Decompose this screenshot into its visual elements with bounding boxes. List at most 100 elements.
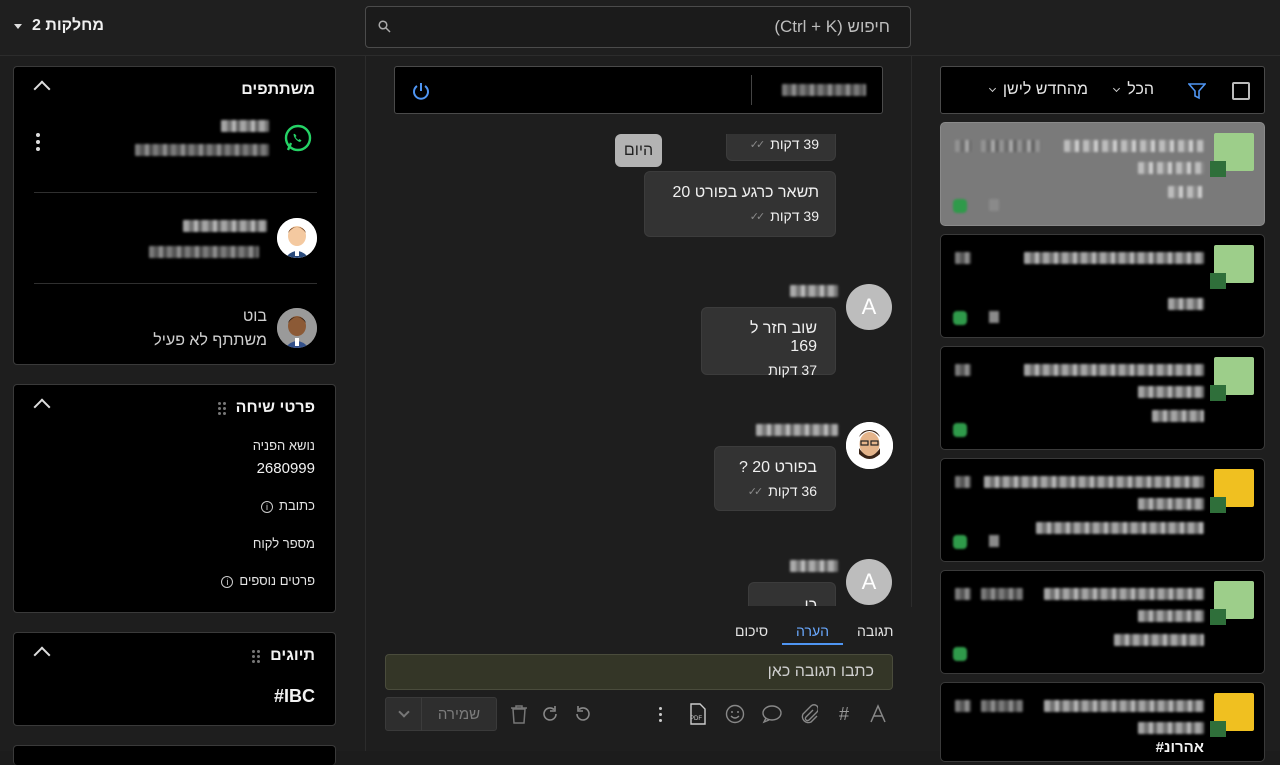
reply-input[interactable] (404, 663, 874, 681)
tab-summary[interactable]: סיכום (721, 623, 782, 645)
more-options-icon[interactable] (34, 133, 40, 151)
sender-name-redacted (790, 284, 838, 302)
more-details-label: פרטים נוספים (239, 573, 315, 588)
list-filter-bar: הכל מהחדש לישן (940, 66, 1265, 114)
conversation-card[interactable] (940, 122, 1265, 226)
conversation-card[interactable] (940, 234, 1265, 338)
channel-thumbnail (1210, 469, 1254, 513)
message-bubble: תשאר כרגע בפורט 20 39 דקות ✓✓ (644, 171, 836, 237)
composer-toolbar: שמירה PDF # (385, 697, 893, 733)
text-format-icon[interactable] (867, 703, 889, 725)
message-time: 39 דקות ✓✓ (749, 208, 819, 224)
participants-title: משתתפים (241, 81, 315, 98)
tab-note[interactable]: הערה (782, 623, 843, 645)
bot-name: בוט (242, 308, 267, 325)
conversation-details-header: פרטי שיחה (217, 399, 315, 417)
customer-number-label[interactable]: מספר לקוח (253, 536, 315, 551)
hashtag-icon[interactable]: # (833, 703, 855, 725)
message-text: כן (804, 597, 817, 606)
message-text: בפורט 20 ? (738, 459, 817, 476)
next-panel-edge (13, 745, 336, 765)
message-text: שוב חזר ל 169 (749, 320, 817, 355)
bot-avatar (277, 308, 317, 348)
date-divider-today: היום (615, 134, 662, 167)
address-field[interactable]: כתובת i (261, 498, 315, 513)
conversation-header (394, 66, 883, 114)
whatsapp-icon (284, 124, 312, 152)
sender-avatar: A (846, 559, 892, 605)
channel-thumbnail (1210, 357, 1254, 401)
message-text: תשאר כרגע בפורט 20 (672, 184, 819, 201)
conversation-card[interactable] (940, 570, 1265, 674)
participant-row-agent (34, 193, 317, 284)
filter-all-label: הכל (1127, 81, 1154, 98)
message-time: 36 דקות ✓✓ (747, 483, 817, 499)
filter-icon[interactable] (1188, 82, 1206, 100)
more-options-icon[interactable] (649, 703, 671, 725)
drag-handle-icon[interactable] (252, 649, 261, 663)
agent-avatar (277, 218, 317, 258)
delete-icon[interactable] (508, 703, 530, 725)
bot-status: משתתף לא פעיל (153, 332, 267, 349)
conversation-info-column: משתתפים בוט משתתף לא פעיל פרטי שיחה נושא… (0, 56, 365, 765)
conversation-card[interactable] (940, 346, 1265, 450)
pdf-icon[interactable]: PDF (686, 703, 708, 725)
tag-chip[interactable]: IBC# (274, 686, 315, 707)
more-details-field[interactable]: פרטים נוספים i (221, 573, 315, 588)
chevron-down-icon (1113, 84, 1121, 93)
subject-value[interactable]: 2680999 (257, 460, 315, 477)
message-time: 37 דקות (768, 362, 817, 378)
double-check-icon: ✓✓ (747, 485, 764, 498)
collapse-chevron-icon[interactable] (33, 80, 51, 98)
select-all-checkbox[interactable] (1232, 82, 1250, 100)
subject-label: נושא הפניה (252, 438, 315, 453)
conversation-card[interactable] (940, 458, 1265, 562)
channel-thumbnail (1210, 581, 1254, 625)
save-button[interactable]: שמירה (385, 697, 497, 731)
chevron-down-icon (988, 84, 996, 93)
undo-icon[interactable] (572, 703, 594, 725)
address-label: כתובת (279, 498, 315, 513)
collapse-chevron-icon[interactable] (33, 646, 51, 664)
agent-status-redacted (149, 245, 259, 263)
conversation-list-panel: הכל מהחדש לישן #אהרונ (912, 56, 1280, 762)
conversation-card[interactable]: #אהרונ (940, 682, 1265, 762)
departments-dropdown[interactable]: 2 מחלקות (14, 17, 104, 35)
drag-handle-icon[interactable] (217, 401, 226, 415)
search-input[interactable] (386, 17, 890, 37)
channel-thumbnail (1210, 133, 1254, 177)
header-divider (751, 75, 752, 105)
emoji-icon[interactable] (724, 703, 746, 725)
search-box[interactable] (365, 6, 911, 48)
chat-bubble-icon[interactable] (761, 703, 783, 725)
collapse-chevron-icon[interactable] (33, 398, 51, 416)
double-check-icon: ✓✓ (749, 138, 766, 151)
tab-reply[interactable]: תגובה (843, 623, 907, 645)
save-label: שמירה (437, 705, 481, 723)
participants-panel: משתתפים בוט משתתף לא פעיל (13, 66, 336, 365)
tags-panel: תיוגים IBC# (13, 632, 336, 726)
composer-tabs: תגובה הערה סיכום (721, 623, 907, 645)
status-filter-dropdown[interactable]: הכל (1113, 81, 1154, 99)
chat-panel: 39 דקות ✓✓ היום תשאר כרגע בפורט 20 39 דקו… (365, 56, 913, 751)
double-check-icon: ✓✓ (749, 210, 766, 223)
redo-icon[interactable] (539, 703, 561, 725)
status-redacted (782, 83, 866, 101)
search-icon (378, 20, 391, 33)
agent-name-redacted (183, 219, 267, 237)
attachment-icon[interactable] (798, 703, 820, 725)
channel-thumbnail (1210, 693, 1254, 737)
info-icon: i (221, 575, 234, 588)
reply-field[interactable] (385, 654, 893, 690)
tags-header: תיוגים (252, 647, 315, 665)
card-tag: #אהרונ (1155, 739, 1204, 756)
svg-text:PDF: PDF (690, 716, 702, 722)
message-bubble: שוב חזר ל 169 37 דקות (701, 307, 836, 378)
message-bubble-partial: כן (748, 582, 836, 606)
chevron-down-icon[interactable] (386, 697, 422, 731)
message-time: 39 דקות ✓✓ (749, 136, 819, 152)
tags-title: תיוגים (270, 647, 315, 664)
details-title: פרטי שיחה (235, 399, 315, 416)
power-icon[interactable] (411, 81, 431, 101)
sort-dropdown[interactable]: מהחדש לישן (988, 81, 1088, 99)
